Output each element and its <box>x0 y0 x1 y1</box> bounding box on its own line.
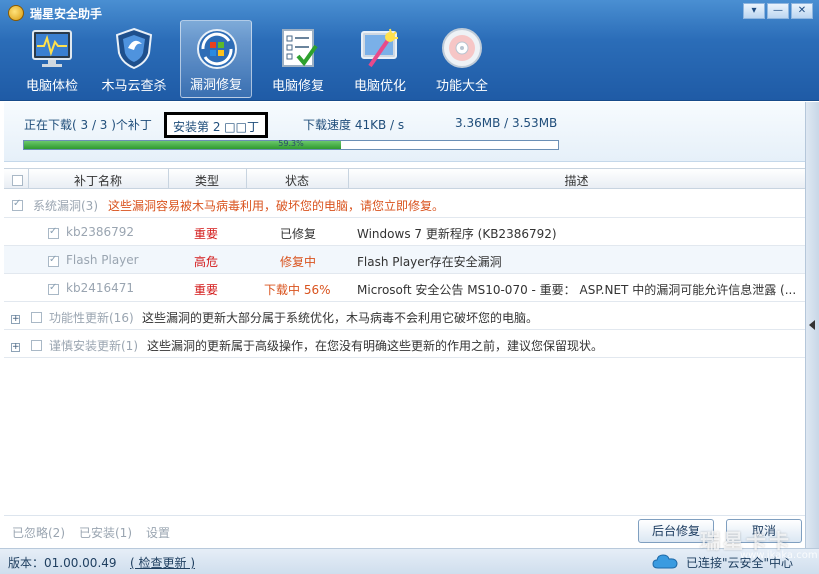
patch-desc: Windows 7 更新程序 (KB2386792) <box>357 227 557 241</box>
tab-label: 电脑体检 <box>25 79 78 94</box>
ignored-link[interactable]: 已忽略(2) <box>12 524 65 541</box>
group-note: 这些漏洞容易被木马病毒利用，破坏您的电脑，请您立即修复。 <box>108 199 445 213</box>
checklist-icon <box>282 29 318 67</box>
close-button[interactable]: ✕ <box>791 3 813 19</box>
optimize-icon <box>361 28 398 68</box>
header: 瑞星安全助手 ▾ — ✕ 电脑体检 木马云查杀 漏洞修复 电脑修复 电脑优化 功… <box>0 0 819 101</box>
table-row[interactable]: kb2386792 重要 已修复 Windows 7 更新程序 (KB23867… <box>4 218 805 246</box>
windows-repair-icon <box>197 29 237 69</box>
row-checkbox[interactable] <box>48 254 59 267</box>
main-tabs: 电脑体检 木马云查杀 漏洞修复 电脑修复 电脑优化 功能大全 <box>16 20 508 98</box>
group-note: 这些漏洞的更新大部分属于系统优化，木马病毒不会利用它破坏您的电脑。 <box>142 311 539 325</box>
patch-type: 重要 <box>194 227 219 241</box>
tab-pc-optimize[interactable]: 电脑优化 <box>344 20 416 98</box>
tab-pc-checkup[interactable]: 电脑体检 <box>16 20 88 98</box>
group-row-careful[interactable]: + 谨慎安装更新(1) 这些漏洞的更新属于高级操作，在您没有明确这些更新的作用之… <box>4 330 805 358</box>
patch-name: Flash Player <box>66 253 139 267</box>
tab-label: 漏洞修复 <box>189 78 242 93</box>
app-logo-icon <box>8 5 24 21</box>
patch-status: 下载中 56% <box>264 283 331 297</box>
shield-icon <box>115 27 153 70</box>
tab-label: 电脑修复 <box>271 79 324 94</box>
download-speed: 下载速度 41KB / s <box>303 118 405 132</box>
table-row[interactable]: Flash Player 高危 修复中 Flash Player存在安全漏洞 <box>4 246 805 274</box>
column-type-header[interactable]: 类型 <box>168 172 246 189</box>
tab-label: 电脑优化 <box>353 79 406 94</box>
check-update-link[interactable]: ( 检查更新 ) <box>130 554 195 571</box>
cloud-icon <box>652 554 678 569</box>
patch-type: 重要 <box>194 283 219 297</box>
version-label: 版本：01.00.00.49 <box>8 556 117 570</box>
patch-desc: Flash Player存在安全漏洞 <box>357 255 502 269</box>
collapse-arrow-icon <box>809 320 815 330</box>
download-status: 正在下载( 3 / 3 )个补丁 <box>24 118 152 132</box>
group-title: 谨慎安装更新(1) <box>49 339 138 353</box>
disc-icon <box>442 28 482 68</box>
patch-list: 系统漏洞(3) 这些漏洞容易被木马病毒利用，破坏您的电脑，请您立即修复。 kb2… <box>4 190 805 515</box>
patch-desc: Microsoft 安全公告 MS10-070 - 重要： ASP.NET 中的… <box>357 283 797 297</box>
tab-vulnerability-fix[interactable]: 漏洞修复 <box>180 20 252 98</box>
patch-name: kb2386792 <box>66 225 135 239</box>
tab-trojan-scan[interactable]: 木马云查杀 <box>98 20 170 98</box>
window-controls: ▾ — ✕ <box>741 3 813 19</box>
patch-status: 已修复 <box>280 227 317 241</box>
expand-icon[interactable]: + <box>11 315 20 324</box>
status-bar: 版本：01.00.00.49 ( 检查更新 ) 已连接"云安全"中心 <box>0 548 819 574</box>
installed-link[interactable]: 已安装(1) <box>79 524 132 541</box>
patch-type: 高危 <box>194 255 219 269</box>
download-progress-bar: 59.3% <box>23 139 559 150</box>
side-panel-toggle[interactable] <box>805 102 819 552</box>
group-note: 这些漏洞的更新属于高级操作，在您没有明确这些更新的作用之前，建议您保留现状。 <box>147 339 604 353</box>
tab-pc-repair[interactable]: 电脑修复 <box>262 20 334 98</box>
menu-dropdown-button[interactable]: ▾ <box>743 3 765 19</box>
progress-text: 59.3% <box>278 139 304 148</box>
table-row[interactable]: kb2416471 重要 下载中 56% Microsoft 安全公告 MS10… <box>4 274 805 302</box>
group-system-checkbox[interactable] <box>12 198 23 211</box>
watermark-url: www.ikaka.com <box>740 550 818 561</box>
settings-link[interactable]: 设置 <box>146 524 170 541</box>
group-row-function[interactable]: + 功能性更新(16) 这些漏洞的更新大部分属于系统优化，木马病毒不会利用它破坏… <box>4 302 805 330</box>
select-all-checkbox[interactable] <box>12 175 23 186</box>
patch-name: kb2416471 <box>66 281 135 295</box>
expand-icon[interactable]: + <box>11 343 20 352</box>
column-name-header[interactable]: 补丁名称 <box>28 172 168 189</box>
group-function-checkbox[interactable] <box>31 312 42 323</box>
row-checkbox[interactable] <box>48 226 59 239</box>
tab-label: 木马云查杀 <box>101 79 167 94</box>
column-status-header[interactable]: 状态 <box>246 172 348 189</box>
group-row-system[interactable]: 系统漏洞(3) 这些漏洞容易被木马病毒利用，破坏您的电脑，请您立即修复。 <box>4 190 805 218</box>
group-careful-checkbox[interactable] <box>31 340 42 351</box>
group-title: 系统漏洞(3) <box>33 199 98 213</box>
tab-label: 功能大全 <box>435 79 488 94</box>
download-size: 3.36MB / 3.53MB <box>455 116 558 130</box>
column-desc-header[interactable]: 描述 <box>348 172 805 189</box>
installing-status: 安装第 2 □□丁 <box>164 112 268 138</box>
table-header: 补丁名称 类型 状态 描述 <box>4 168 805 189</box>
check-update-label: 检查更新 <box>138 556 187 570</box>
patch-status: 修复中 <box>280 255 317 269</box>
download-panel: 正在下载( 3 / 3 )个补丁 安装第 2 □□丁 下载速度 41KB / s… <box>4 102 805 162</box>
minimize-button[interactable]: — <box>767 3 789 19</box>
row-checkbox[interactable] <box>48 282 59 295</box>
tab-all-functions[interactable]: 功能大全 <box>426 20 498 98</box>
group-title: 功能性更新(16) <box>49 311 134 325</box>
monitor-pulse-icon <box>32 30 72 67</box>
action-bar: 已忽略(2) 已安装(1) 设置 后台修复 取消 <box>4 515 805 547</box>
